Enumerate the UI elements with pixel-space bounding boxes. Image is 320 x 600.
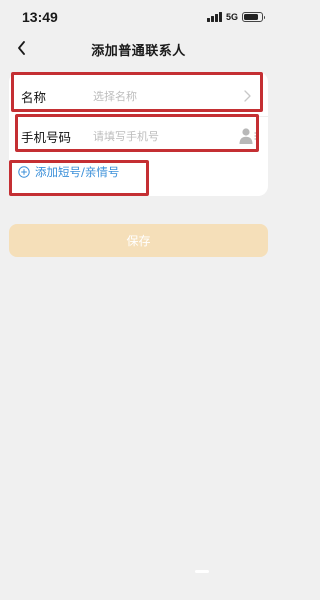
highlight-box-name — [11, 72, 263, 112]
nav-bar: 添加普通联系人 — [0, 36, 277, 62]
page-title: 添加普通联系人 — [91, 43, 186, 59]
status-indicators: 5G — [207, 12, 265, 22]
network-type: 5G — [225, 12, 238, 22]
chevron-left-icon — [17, 41, 25, 55]
home-indicator — [195, 570, 209, 573]
back-button[interactable] — [10, 37, 32, 59]
highlight-box-add-link — [9, 160, 149, 196]
battery-icon — [242, 12, 265, 22]
status-time: 13:49 — [22, 9, 58, 25]
status-bar: 13:49 5G — [0, 0, 277, 34]
save-button[interactable]: 保存 — [9, 224, 268, 257]
highlight-box-phone — [15, 114, 259, 152]
signal-icon — [207, 12, 222, 22]
battery-level — [244, 14, 259, 20]
